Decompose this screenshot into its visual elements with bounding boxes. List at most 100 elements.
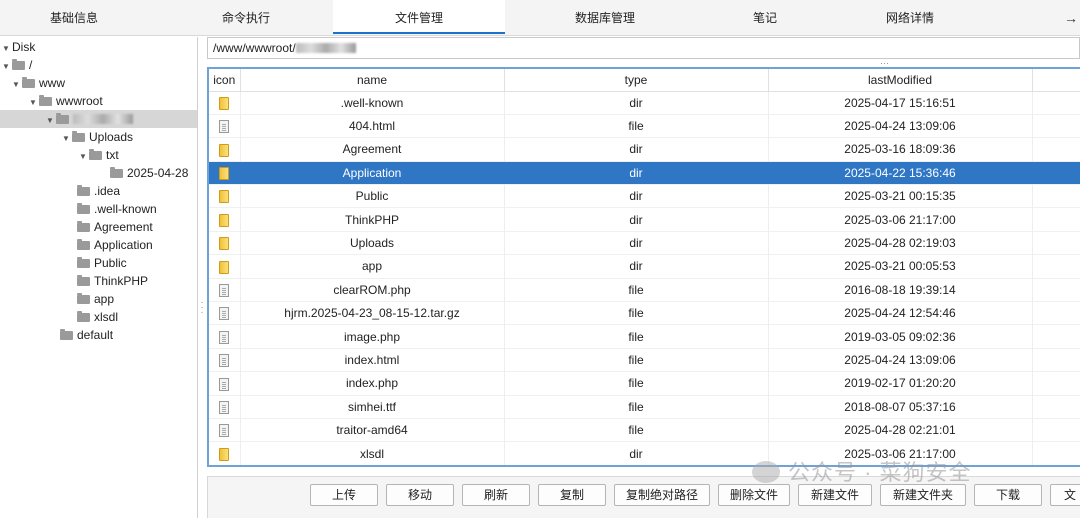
tree-node-xlsdl[interactable]: xlsdl (77, 308, 118, 326)
tree-node-well-known[interactable]: .well-known (77, 200, 157, 218)
folder-icon (219, 190, 230, 204)
tree-node-thinkphp[interactable]: ThinkPHP (77, 272, 148, 290)
tree-node-wwwroot[interactable]: ▼ wwwroot (27, 92, 103, 110)
upload-button[interactable]: 上传 (310, 484, 378, 506)
tree-label: Agreement (94, 220, 153, 234)
folder-icon (219, 96, 230, 110)
table-row[interactable]: Uploads dir 2025-04-28 02:19:03 (209, 231, 1080, 256)
tree-node-root[interactable]: ▼ / (0, 56, 32, 74)
file-name-cell: 404.html (240, 114, 505, 139)
table-row[interactable]: ThinkPHP dir 2025-03-06 21:17:00 (209, 207, 1080, 232)
extra-cell (1032, 207, 1080, 232)
file-icon-cell (209, 114, 241, 139)
table-header-row: icon name type lastModified (209, 69, 1080, 92)
tab-file-manager[interactable]: 文件管理 (333, 0, 505, 34)
extra-cell (1032, 254, 1080, 279)
watermark-text: 公众号 · 菜狗安全 (788, 460, 972, 485)
file-type-cell: file (504, 324, 769, 349)
column-header-extra (1032, 69, 1080, 92)
table-row[interactable]: index.php file 2019-02-17 01:20:20 (209, 371, 1080, 396)
tab-notes[interactable]: 笔记 (700, 0, 830, 36)
tab-bar: 基础信息 命令执行 文件管理 数据库管理 笔记 网络详情 → (0, 0, 1080, 36)
folder-icon (39, 95, 52, 106)
tree-node-www[interactable]: ▼ www (10, 74, 65, 92)
tree-label: Public (94, 256, 127, 270)
table-row[interactable]: traitor-amd64 file 2025-04-28 02:21:01 (209, 418, 1080, 443)
redacted-site-name (73, 114, 133, 124)
tree-node-app[interactable]: app (77, 290, 114, 308)
table-row[interactable]: hjrm.2025-04-23_08-15-12.tar.gz file 2025-… (209, 301, 1080, 326)
copy-absolute-path-button[interactable]: 复制绝对路径 (614, 484, 710, 506)
vertical-splitter-handle[interactable]: · · · (200, 298, 204, 318)
watermark: 公众号 · 菜狗安全 (752, 457, 972, 489)
extra-cell (1032, 441, 1080, 465)
tree-node-date-folder[interactable]: 2025-04-28 (110, 164, 188, 182)
tree-node-uploads[interactable]: ▼ Uploads (60, 128, 133, 146)
table-row[interactable]: index.html file 2025-04-24 13:09:06 (209, 348, 1080, 373)
column-header-last-modified[interactable]: lastModified (768, 69, 1033, 92)
file-icon (219, 283, 230, 297)
column-header-type[interactable]: type (504, 69, 769, 92)
file-icon-cell (209, 91, 241, 115)
tree-label: wwwroot (56, 94, 103, 108)
extra-cell (1032, 184, 1080, 209)
tree-node-default[interactable]: default (60, 326, 113, 344)
file-name-cell: image.php (240, 324, 505, 349)
table-row[interactable]: app dir 2025-03-21 00:05:53 (209, 254, 1080, 279)
refresh-button[interactable]: 刷新 (462, 484, 530, 506)
more-button[interactable]: 文 (1050, 484, 1080, 506)
tree-node-txt[interactable]: ▼ txt (77, 146, 119, 164)
file-type-cell: dir (504, 91, 769, 115)
tab-network[interactable]: 网络详情 (845, 0, 975, 36)
tree-node-public[interactable]: Public (77, 254, 127, 272)
table-row[interactable]: Public dir 2025-03-21 00:15:35 (209, 184, 1080, 209)
file-name-cell: .well-known (240, 91, 505, 115)
wechat-logo-icon (752, 461, 780, 483)
tree-node-idea[interactable]: .idea (77, 182, 120, 200)
file-modified-cell: 2025-04-24 13:09:06 (768, 114, 1033, 139)
file-type-cell: dir (504, 231, 769, 256)
folder-icon (77, 221, 90, 232)
expand-arrow-icon[interactable]: ▼ (44, 112, 56, 130)
directory-tree: ▼ Disk ▼ / ▼ www ▼ wwwroot ▼ ▼ Uploads ▼ txt 2… (0, 37, 198, 518)
table-row[interactable]: Application dir 2025-04-22 15:36:46 (209, 161, 1080, 186)
tree-label: Application (94, 238, 153, 252)
column-header-name[interactable]: name (240, 69, 505, 92)
file-type-cell: dir (504, 161, 769, 186)
move-button[interactable]: 移动 (386, 484, 454, 506)
folder-icon (219, 167, 230, 181)
file-modified-cell: 2025-04-28 02:21:01 (768, 418, 1033, 443)
tab-command-exec[interactable]: 命令执行 (172, 0, 320, 36)
path-text: /www/wwwroot/ (213, 41, 296, 55)
table-row[interactable]: clearROM.php file 2016-08-18 19:39:14 (209, 278, 1080, 303)
expand-arrow-icon[interactable]: ▼ (77, 148, 89, 166)
file-icon-cell (209, 184, 241, 209)
download-button[interactable]: 下载 (974, 484, 1042, 506)
tab-scroll-right-icon[interactable]: → (1064, 0, 1078, 36)
column-header-icon[interactable]: icon (209, 69, 241, 92)
file-name-cell: simhei.ttf (240, 395, 505, 419)
tab-basic-info[interactable]: 基础信息 (0, 0, 148, 36)
tree-node-agreement[interactable]: Agreement (77, 218, 153, 236)
file-type-cell: file (504, 418, 769, 443)
file-modified-cell: 2025-04-24 13:09:06 (768, 348, 1033, 373)
table-row[interactable]: simhei.ttf file 2018-08-07 05:37:16 (209, 395, 1080, 419)
expand-arrow-icon[interactable]: ▼ (60, 130, 72, 148)
redacted-path-segment (295, 43, 356, 53)
tree-node-site-redacted[interactable]: ▼ (0, 110, 197, 128)
copy-button[interactable]: 复制 (538, 484, 606, 506)
table-row[interactable]: 404.html file 2025-04-24 13:09:06 (209, 114, 1080, 139)
tree-node-disk[interactable]: ▼ Disk (0, 38, 35, 56)
file-type-cell: file (504, 278, 769, 303)
expand-arrow-icon[interactable]: ▼ (10, 76, 22, 94)
table-row[interactable]: .well-known dir 2025-04-17 15:16:51 (209, 91, 1080, 115)
file-icon-cell (209, 301, 241, 326)
file-modified-cell: 2025-04-28 02:19:03 (768, 231, 1033, 256)
table-row[interactable]: image.php file 2019-03-05 09:02:36 (209, 324, 1080, 349)
file-name-cell: Uploads (240, 231, 505, 256)
tab-database[interactable]: 数据库管理 (530, 0, 680, 36)
table-row[interactable]: Agreement dir 2025-03-16 18:09:36 (209, 137, 1080, 162)
path-input[interactable]: /www/wwwroot/ (207, 37, 1080, 59)
tree-label: / (29, 58, 33, 72)
tree-node-application[interactable]: Application (77, 236, 153, 254)
